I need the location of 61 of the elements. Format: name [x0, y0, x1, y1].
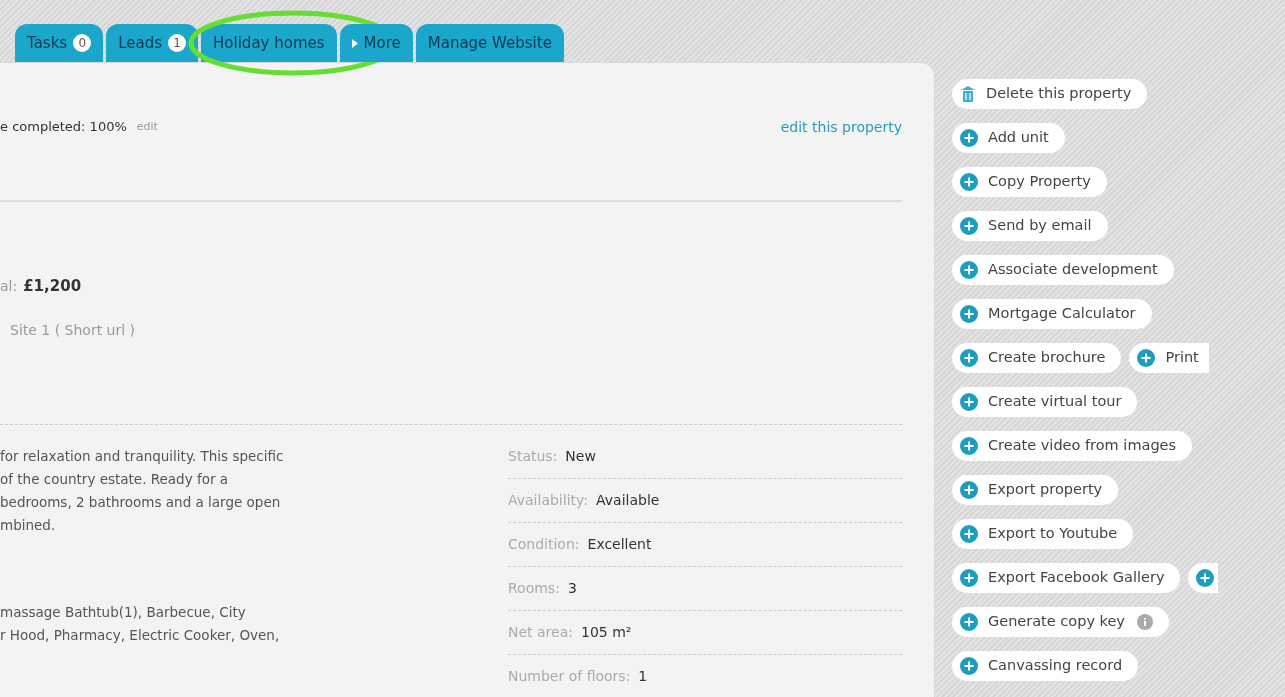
plus-circle-icon — [960, 525, 978, 543]
trash-icon — [960, 85, 976, 103]
detail-label: Status: — [508, 447, 558, 466]
tab[interactable]: More — [339, 24, 413, 62]
detail-label: Rooms: — [508, 579, 560, 598]
plus-circle-icon — [960, 217, 978, 235]
plus-circle-icon — [1137, 349, 1156, 367]
plus-circle-icon — [960, 305, 978, 323]
description-line: for relaxation and tranquility. This specific — [0, 447, 285, 466]
action-button[interactable]: Canvassing record — [952, 651, 1139, 681]
action-button[interactable]: Create brochure — [952, 343, 1122, 373]
detail-label: Number of floors: — [508, 667, 631, 686]
action-button[interactable]: Delete this property — [952, 79, 1148, 109]
tab[interactable]: Holiday homes — [201, 24, 337, 62]
action-button[interactable]: Print — [1129, 343, 1209, 373]
plus-circle-icon — [960, 349, 978, 367]
price-value: £1,200 — [23, 275, 82, 297]
plus-circle-icon — [960, 393, 978, 411]
price-label: al: — [0, 276, 18, 296]
detail-label: Availability: — [508, 491, 588, 510]
action-button[interactable]: Copy Property — [952, 167, 1107, 197]
detail-value: New — [565, 447, 596, 466]
tab[interactable]: Manage Website — [415, 24, 564, 62]
detail-value: 105 m² — [580, 623, 632, 642]
action-button[interactable]: Create video from images — [952, 431, 1193, 461]
plus-circle-icon — [960, 173, 978, 191]
detail-label: Condition: — [508, 535, 580, 554]
features-line: massage Bathtub(1), Barbecue, City — [0, 603, 247, 622]
action-button[interactable]: Export Facebook Gallery — [952, 563, 1181, 593]
action-button[interactable]: Generate copy key — [952, 607, 1169, 637]
action-button[interactable] — [1188, 563, 1219, 593]
detail-value: Excellent — [587, 535, 652, 554]
plus-circle-icon — [960, 569, 978, 587]
plus-circle-icon — [960, 657, 978, 675]
action-button[interactable]: Mortgage Calculator — [952, 299, 1152, 329]
tab[interactable]: Leads 1 — [106, 24, 199, 62]
action-button[interactable]: Export to Youtube — [952, 519, 1134, 549]
action-button[interactable]: Send by email — [952, 211, 1108, 241]
plus-circle-icon — [960, 437, 978, 455]
action-button[interactable]: Create virtual tour — [952, 387, 1138, 417]
detail-value: Available — [596, 491, 660, 510]
plus-circle-icon — [960, 261, 978, 279]
completion-text: e completed: 100% — [0, 118, 127, 137]
description-line: bedrooms, 2 bathrooms and a large open — [0, 493, 282, 512]
count-badge: 1 — [168, 34, 187, 52]
description-line: mbined. — [0, 516, 57, 535]
detail-value: 3 — [567, 579, 577, 598]
caret-icon — [351, 38, 358, 48]
count-badge: 0 — [73, 34, 92, 52]
plus-circle-icon — [1196, 569, 1215, 587]
description-line: of the country estate. Ready for a — [0, 470, 230, 489]
detail-label: Net area: — [508, 623, 573, 642]
action-button[interactable]: Add unit — [952, 123, 1065, 153]
tab[interactable]: Tasks 0 — [15, 24, 104, 62]
action-button[interactable]: Associate development — [952, 255, 1174, 285]
action-button[interactable]: Export property — [952, 475, 1119, 505]
features-line: r Hood, Pharmacy, Electric Cooker, Oven, — [0, 626, 281, 645]
plus-circle-icon — [960, 129, 978, 147]
plus-circle-icon — [960, 613, 978, 631]
detail-value: 1 — [638, 667, 648, 686]
plus-circle-icon — [960, 481, 978, 499]
